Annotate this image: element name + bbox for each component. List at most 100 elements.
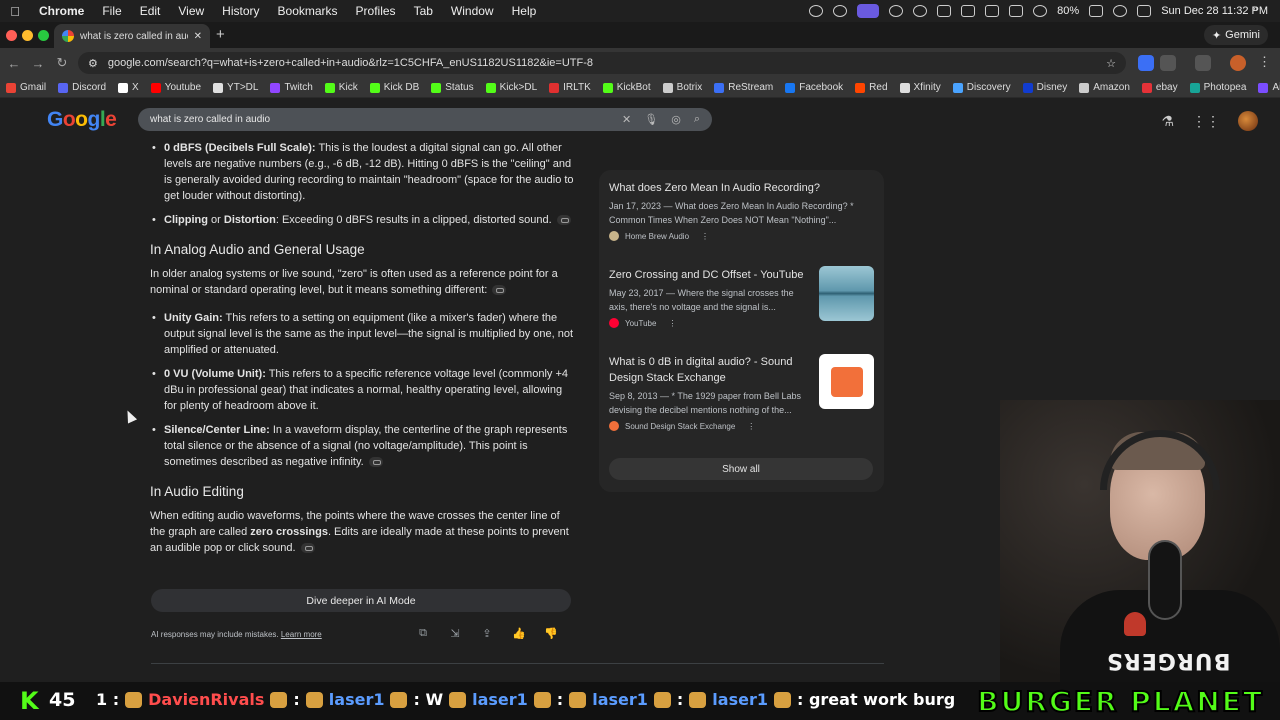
search-icon[interactable]: ⌕ — [694, 113, 700, 126]
window-zoom-button[interactable] — [38, 30, 49, 41]
show-all-sources-button[interactable]: Show all — [609, 458, 873, 480]
extension-badge-icon[interactable] — [1138, 55, 1154, 71]
bookmark-item[interactable]: Kick DB — [369, 82, 419, 93]
copy-icon[interactable]: ⧉ — [416, 627, 430, 640]
status-app-pill-icon[interactable] — [857, 4, 880, 18]
bookmark-item[interactable]: Gmail — [6, 82, 46, 93]
menu-bookmarks[interactable]: Bookmarks — [269, 4, 347, 18]
google-logo[interactable]: Google — [47, 108, 117, 132]
menu-file[interactable]: File — [93, 4, 130, 18]
window-minimize-button[interactable] — [22, 30, 33, 41]
lens-search-icon[interactable]: ◎ — [671, 113, 681, 126]
active-tab[interactable]: what is zero called in audio - ✕ — [54, 24, 210, 48]
menu-edit[interactable]: Edit — [131, 4, 170, 18]
gemini-button[interactable]: ✦ Gemini — [1203, 25, 1268, 45]
browser-menu-icon[interactable]: ⋮ — [1258, 54, 1271, 70]
address-url[interactable]: google.com/search?q=what+is+zero+called+… — [108, 57, 1096, 69]
menu-help[interactable]: Help — [503, 4, 546, 18]
bookmark-item[interactable]: Photopea — [1189, 82, 1246, 93]
status-volume-icon[interactable] — [937, 5, 952, 17]
more-options-icon[interactable]: ⋮ — [701, 232, 709, 241]
menu-window[interactable]: Window — [442, 4, 503, 18]
source-card[interactable]: What is 0 dB in digital audio? - Sound D… — [609, 354, 809, 431]
battery-icon[interactable] — [1089, 5, 1104, 17]
bookmark-item[interactable]: Kick>DL — [485, 82, 537, 93]
bookmark-item[interactable]: Amazon — [1079, 82, 1130, 93]
bookmark-item[interactable]: YT>DL — [213, 82, 258, 93]
source-link-icon[interactable] — [556, 215, 571, 226]
status-display-icon[interactable] — [961, 5, 976, 17]
clear-search-icon[interactable]: ✕ — [622, 113, 631, 126]
labs-flask-icon[interactable]: ⚗ — [1161, 113, 1174, 130]
thumbs-up-icon[interactable]: 👍 — [512, 627, 526, 640]
reload-icon[interactable]: ↻ — [50, 55, 74, 71]
waveform-thumbnail[interactable] — [819, 266, 874, 321]
status-grid-icon[interactable] — [889, 5, 904, 17]
status-play-icon[interactable] — [913, 5, 928, 17]
control-center-icon[interactable] — [1137, 5, 1152, 17]
bookmark-item[interactable]: IRLTK — [549, 82, 591, 93]
bookmark-item[interactable]: Kick — [324, 82, 358, 93]
new-tab-button[interactable]: + — [216, 26, 225, 43]
bookmark-item[interactable]: Discord — [58, 82, 106, 93]
bookmark-item[interactable]: Twitch — [270, 82, 313, 93]
bookmark-item[interactable]: Discovery — [952, 82, 1011, 93]
menu-history[interactable]: History — [213, 4, 268, 18]
bookmarks-overflow-icon[interactable]: » — [1252, 3, 1258, 15]
more-options-icon[interactable]: ⋮ — [747, 422, 755, 431]
more-options-icon[interactable]: ⋮ — [668, 319, 676, 328]
address-bar[interactable]: ⚙ google.com/search?q=what+is+zero+calle… — [78, 52, 1126, 74]
bookmark-item[interactable]: Status — [431, 82, 474, 93]
dive-deeper-ai-mode-button[interactable]: Dive deeper in AI Mode — [151, 589, 571, 612]
forward-arrow-icon[interactable]: → — [26, 56, 50, 71]
source-link-icon[interactable] — [368, 457, 383, 468]
source-title[interactable]: What does Zero Mean In Audio Recording? — [609, 180, 875, 196]
bookmark-item[interactable]: Botrix — [662, 82, 702, 93]
side-panel-icon[interactable] — [1195, 55, 1211, 71]
avatar[interactable] — [1238, 111, 1258, 131]
status-screen-icon[interactable] — [985, 5, 1000, 17]
bookmark-item[interactable]: Facebook — [785, 82, 843, 93]
google-apps-icon[interactable]: ⋮⋮ — [1192, 113, 1220, 130]
menu-view[interactable]: View — [169, 4, 213, 18]
menu-app-name[interactable]: Chrome — [30, 4, 93, 18]
bookmark-item[interactable]: Xfinity — [899, 82, 941, 93]
source-link-icon[interactable] — [492, 285, 507, 296]
bookmark-item[interactable]: Disney — [1022, 82, 1067, 93]
menu-tab[interactable]: Tab — [405, 4, 442, 18]
tab-close-icon[interactable]: ✕ — [194, 31, 202, 42]
source-card[interactable]: Zero Crossing and DC Offset - YouTube Ma… — [609, 267, 809, 328]
voice-search-icon[interactable]: 🎙 — [644, 113, 658, 126]
menu-profiles[interactable]: Profiles — [347, 4, 405, 18]
bookmark-item[interactable]: Youtube — [150, 82, 201, 93]
profile-avatar-icon[interactable] — [1230, 55, 1246, 71]
bookmark-item[interactable]: ebay — [1141, 82, 1178, 93]
bookmark-item[interactable]: Red — [855, 82, 888, 93]
status-record-icon[interactable] — [809, 5, 824, 17]
source-title[interactable]: Zero Crossing and DC Offset - YouTube — [609, 267, 809, 283]
back-arrow-icon[interactable]: ← — [2, 56, 26, 71]
bookmark-star-icon[interactable]: ☆ — [1106, 57, 1116, 70]
spotlight-search-icon[interactable] — [1113, 5, 1128, 17]
bookmark-item[interactable]: ReStream — [714, 82, 773, 93]
source-title[interactable]: What is 0 dB in digital audio? - Sound D… — [609, 354, 809, 386]
learn-more-link[interactable]: Learn more — [281, 630, 322, 639]
apple-menu-icon[interactable]:  — [0, 4, 30, 19]
source-card[interactable]: What does Zero Mean In Audio Recording? … — [609, 180, 875, 241]
thumbs-down-icon[interactable]: 👎 — [544, 627, 558, 640]
status-wifi-icon[interactable] — [1033, 5, 1048, 17]
share-icon[interactable]: ⇪ — [480, 627, 494, 640]
stackexchange-thumbnail[interactable] — [819, 354, 874, 409]
bookmark-item[interactable]: KickBot — [602, 82, 651, 93]
search-query[interactable]: what is zero called in audio — [150, 114, 609, 125]
search-input[interactable]: what is zero called in audio ✕ 🎙 ◎ ⌕ — [138, 108, 712, 131]
status-bluetooth-icon[interactable] — [1009, 5, 1024, 17]
status-obs-icon[interactable] — [833, 5, 848, 17]
bookmark-item[interactable]: X — [118, 82, 139, 93]
window-close-button[interactable] — [6, 30, 17, 41]
bookmark-item[interactable]: Ai Upscaler — [1258, 82, 1280, 93]
source-link-icon[interactable] — [300, 543, 315, 554]
export-icon[interactable]: ⇲ — [448, 627, 462, 640]
site-info-icon[interactable]: ⚙ — [88, 57, 98, 70]
extensions-puzzle-icon[interactable] — [1160, 55, 1176, 71]
